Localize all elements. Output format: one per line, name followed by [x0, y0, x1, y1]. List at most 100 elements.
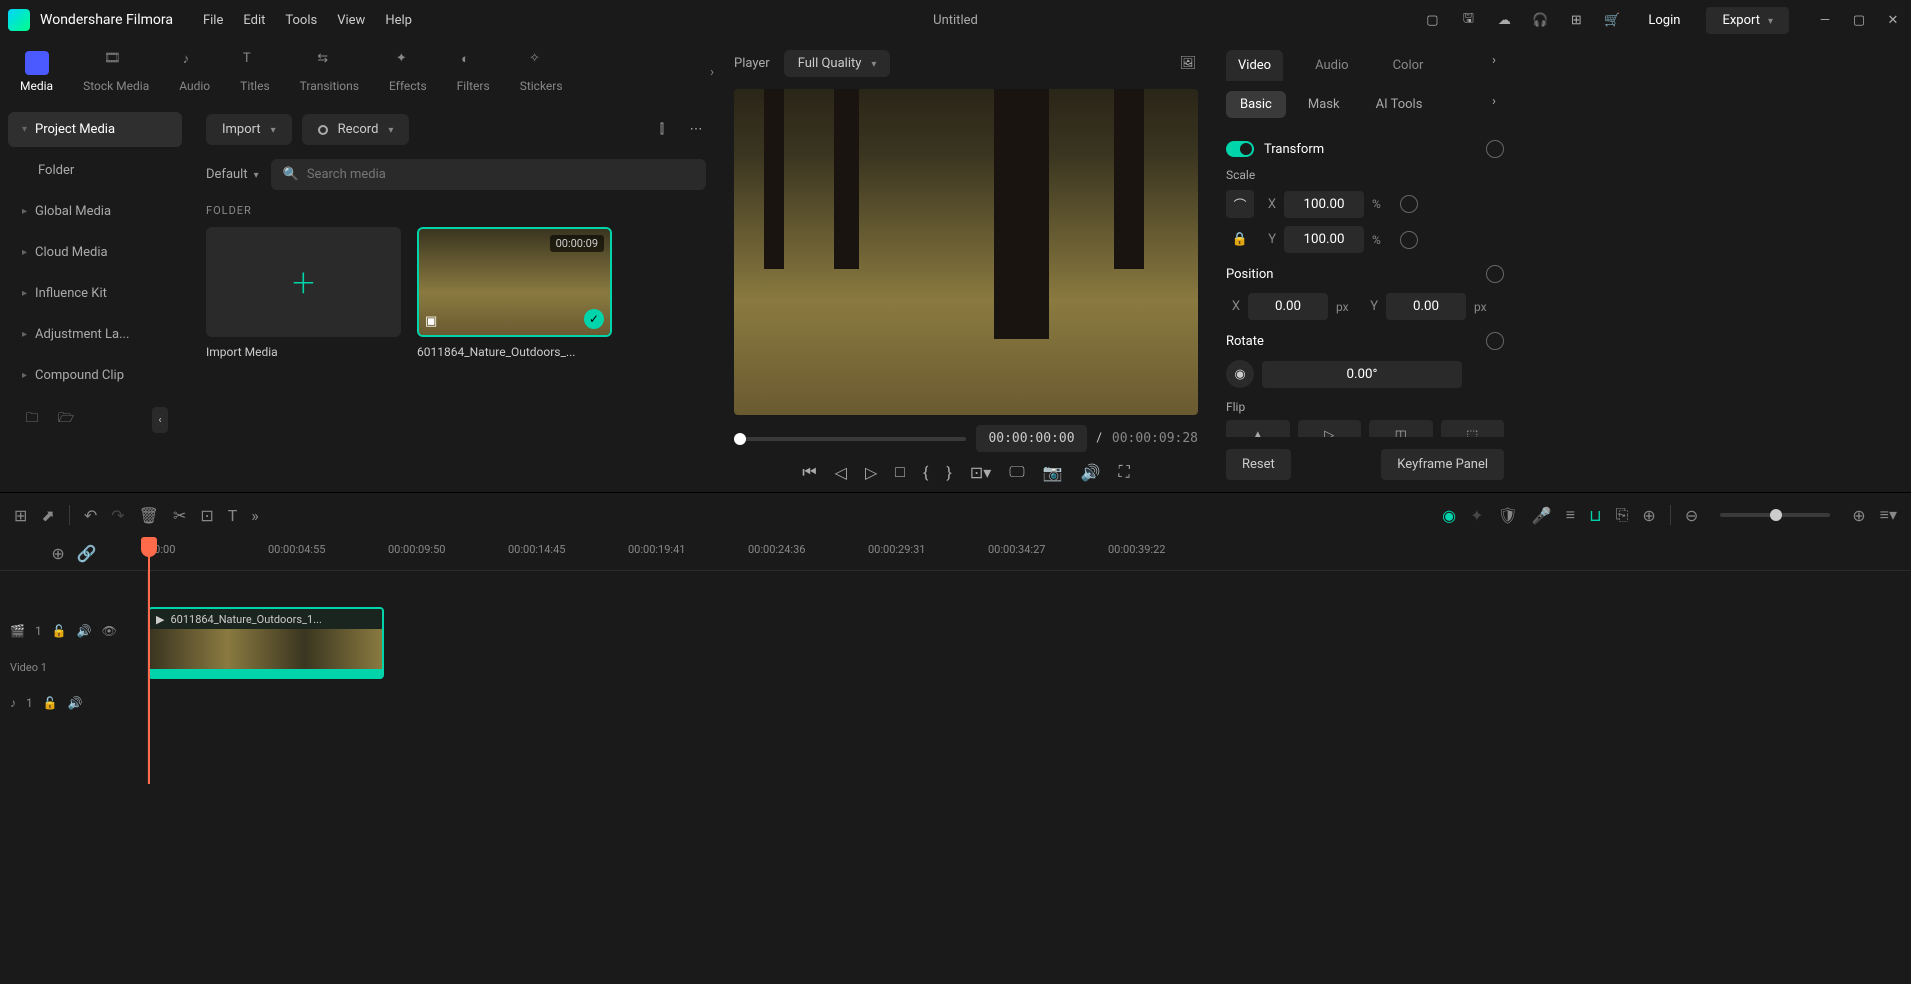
zoom-out-icon[interactable]: ⊖ [1685, 506, 1698, 525]
import-media-card[interactable]: + Import Media [206, 227, 401, 359]
link-icon[interactable]: ⎘ [1616, 505, 1629, 525]
subtab-basic[interactable]: Basic [1226, 91, 1286, 118]
crop-icon[interactable]: ⊡ [200, 506, 213, 525]
sidebar-item-compound-clip[interactable]: ▸ Compound Clip [8, 358, 182, 393]
record-dropdown[interactable]: Record [302, 114, 410, 145]
play-backward-icon[interactable]: ◁ [835, 463, 847, 482]
timeline-clip[interactable]: ▶ 6011864_Nature_Outdoors_1... [148, 607, 384, 679]
cloud-icon[interactable]: ☁ [1494, 10, 1514, 30]
magnet-icon[interactable]: ⊔ [1589, 506, 1601, 525]
tab-filters[interactable]: ◐ Filters [457, 51, 490, 93]
menu-help[interactable]: Help [385, 13, 412, 28]
reset-icon[interactable] [1400, 195, 1418, 213]
auto-icon[interactable]: ✦ [1470, 506, 1483, 525]
zoom-slider[interactable] [1720, 513, 1830, 517]
ratio-icon[interactable]: ⊡▾ [970, 463, 991, 482]
props-tab-color[interactable]: Color [1381, 50, 1436, 81]
tab-effects[interactable]: ✦ Effects [389, 51, 427, 93]
export-button[interactable]: Export [1706, 7, 1789, 34]
track-view-icon[interactable]: ≡▾ [1880, 505, 1897, 525]
menu-tools[interactable]: Tools [285, 13, 317, 28]
volume-icon[interactable]: 🔊 [1081, 463, 1101, 482]
tab-transitions[interactable]: ⇆ Transitions [300, 51, 359, 93]
undo-icon[interactable]: ↶ [84, 506, 97, 525]
collapse-sidebar-icon[interactable]: ‹ [152, 407, 168, 433]
filter-icon[interactable]: ⫿ [652, 120, 672, 140]
new-folder-icon[interactable]: 🗀 [22, 410, 42, 430]
tab-audio[interactable]: ♪ Audio [179, 51, 210, 93]
track-link-icon[interactable]: 🔗 [77, 544, 97, 563]
lock-icon[interactable]: 🔓 [52, 624, 67, 638]
sidebar-item-adjustment-layer[interactable]: ▸ Adjustment La... [8, 317, 182, 352]
close-icon[interactable]: ✕ [1883, 10, 1903, 30]
more-icon[interactable]: ⋯ [686, 120, 706, 140]
flip-vertical-button[interactable]: ▷ [1298, 420, 1362, 437]
tab-media[interactable]: Media [20, 51, 53, 93]
marker-icon[interactable]: 🛡 [1498, 506, 1518, 525]
ai-icon[interactable]: ◉ [1442, 506, 1456, 525]
quality-dropdown[interactable]: Full Quality [784, 50, 891, 77]
mic-icon[interactable]: 🎤 [1532, 506, 1552, 525]
video-track-header[interactable]: 🎬 1 🔓 🔊 👁 [0, 607, 147, 655]
audio-track-header[interactable]: ♪ 1 🔓 🔊 [0, 679, 147, 727]
play-icon[interactable]: ▷ [865, 463, 877, 482]
scale-y-input[interactable] [1284, 226, 1364, 253]
zoom-in-icon[interactable]: ⊕ [1852, 506, 1865, 525]
sort-dropdown[interactable]: Default [206, 167, 259, 182]
new-bin-icon[interactable]: 🗁 [56, 410, 76, 430]
save-icon[interactable]: 🖫 [1458, 10, 1478, 30]
reset-icon[interactable] [1486, 265, 1504, 283]
mark-in-icon[interactable]: { [923, 463, 928, 482]
sidebar-item-project-media[interactable]: ▾ Project Media [8, 112, 182, 147]
search-input[interactable] [307, 167, 694, 182]
delete-icon[interactable]: 🗑 [139, 506, 159, 525]
layout-icon[interactable]: ▢ [1422, 10, 1442, 30]
sidebar-item-global-media[interactable]: ▸ Global Media [8, 194, 182, 229]
screen-icon[interactable]: 🖵 [1009, 462, 1024, 482]
props-tab-video[interactable]: Video [1226, 50, 1283, 81]
headset-icon[interactable]: 🎧 [1530, 10, 1550, 30]
import-dropdown[interactable]: Import [206, 114, 292, 145]
menu-view[interactable]: View [337, 13, 365, 28]
sidebar-item-cloud-media[interactable]: ▸ Cloud Media [8, 235, 182, 270]
maximize-icon[interactable]: ▢ [1849, 10, 1869, 30]
flip-reset-button[interactable]: ⬚ [1441, 420, 1505, 437]
grid-icon[interactable]: ⊞ [14, 506, 27, 525]
rotate-dial-icon[interactable]: ◉ [1226, 360, 1254, 388]
scale-x-input[interactable] [1284, 191, 1364, 218]
link-icon[interactable]: 🔒 [1226, 232, 1254, 247]
tab-stock-media[interactable]: 🎞 Stock Media [83, 51, 149, 93]
pos-x-input[interactable] [1248, 293, 1328, 320]
select-tool-icon[interactable]: ⬈ [41, 506, 54, 525]
props-tab-audio[interactable]: Audio [1303, 50, 1360, 81]
flip-both-button[interactable]: ◫ [1369, 420, 1433, 437]
fullscreen-icon[interactable]: ⛶ [1119, 462, 1130, 482]
stop-icon[interactable]: □ [895, 462, 905, 482]
reset-icon[interactable] [1400, 231, 1418, 249]
pos-y-input[interactable] [1386, 293, 1466, 320]
player-viewport[interactable] [734, 89, 1198, 415]
minimize-icon[interactable]: — [1815, 10, 1835, 30]
playhead-handle[interactable] [141, 537, 157, 557]
camera-icon[interactable]: 📷 [1043, 463, 1063, 482]
reset-button[interactable]: Reset [1226, 449, 1291, 480]
mute-icon[interactable]: 🔊 [68, 696, 83, 710]
cut-icon[interactable]: ✂ [173, 506, 186, 525]
flip-horizontal-button[interactable]: ▲ [1226, 420, 1290, 437]
prev-frame-icon[interactable]: ⏮ [802, 462, 816, 482]
media-clip-card[interactable]: 00:00:09 ▣ ✓ 6011864_Nature_Outdoors_... [417, 227, 612, 359]
subtab-mask[interactable]: Mask [1294, 91, 1354, 118]
cart-icon[interactable]: 🛒 [1602, 10, 1622, 30]
sidebar-item-influence-kit[interactable]: ▸ Influence Kit [8, 276, 182, 311]
apps-icon[interactable]: ⊞ [1566, 10, 1586, 30]
reset-icon[interactable] [1486, 332, 1504, 350]
scrub-slider[interactable] [734, 437, 966, 441]
visibility-icon[interactable]: 👁 [102, 624, 117, 638]
keyframe-panel-button[interactable]: Keyframe Panel [1381, 449, 1504, 480]
lock-icon[interactable]: 🔓 [43, 696, 58, 710]
subtab-ai-tools[interactable]: AI Tools [1362, 91, 1437, 118]
menu-edit[interactable]: Edit [243, 13, 265, 28]
scroll-right-icon[interactable]: › [710, 65, 714, 80]
reset-icon[interactable] [1486, 140, 1504, 158]
snapshot-icon[interactable]: 🖼 [1178, 54, 1198, 74]
